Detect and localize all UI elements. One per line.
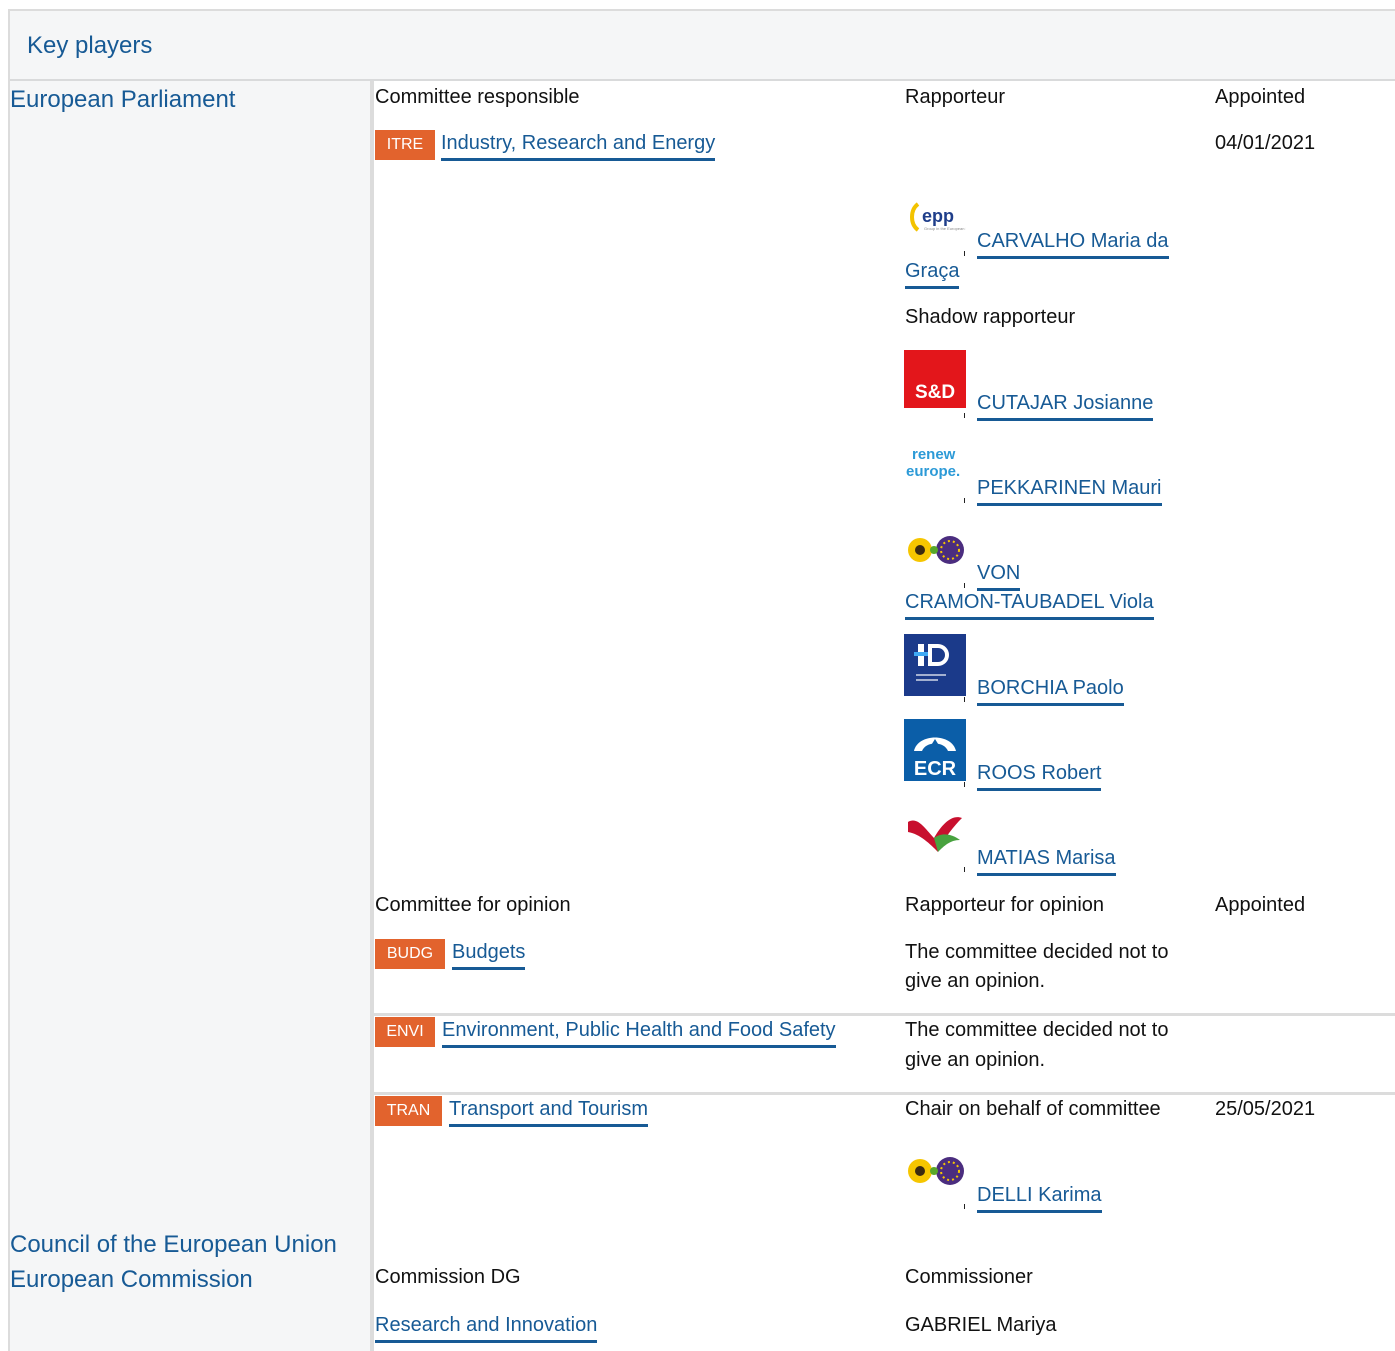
shadow-rapporteur-borchia[interactable]: BORCHIA Paolo [977,673,1124,706]
rapporteur-name-line1[interactable]: CARVALHO Maria da [977,226,1169,259]
epp-logo-icon: epp Group in the European Parliament [904,188,986,252]
shadow-rapporteur-label: Shadow rapporteur [905,306,1076,328]
budg-status-line2: give an opinion. [905,970,1046,992]
ecr-logo-icon: ECR [904,719,966,783]
sd-logo-text: S&D [915,382,955,403]
committee-code-badge-envi[interactable]: ENVI [375,1017,435,1047]
committee-code-badge-tran[interactable]: TRAN [375,1096,442,1126]
column-divider [370,81,374,1351]
committee-link-itre[interactable]: Industry, Research and Energy [441,128,716,161]
shadow-rapporteur-cutajar[interactable]: CUTAJAR Josianne [977,388,1154,421]
shadow-rapporteur-roos[interactable]: ROOS Robert [977,758,1102,791]
section-title: Key players [27,32,153,59]
header-rapporteur-for-opinion: Rapporteur for opinion [905,894,1105,916]
logo-tick [964,782,965,787]
rapporteur-name-line2[interactable]: Graça [905,256,960,289]
header-appointed: Appointed [1215,86,1306,108]
sd-logo-icon: S&D [904,350,966,414]
header-appointed-opinion: Appointed [1215,894,1306,916]
logo-tick [964,413,965,418]
logo-tick [964,1204,965,1209]
renew-logo-text-1: renew [912,446,956,463]
committee-code-badge-itre[interactable]: ITRE [375,130,435,160]
shadow-rapporteur-pekkarinen[interactable]: PEKKARINEN Mauri [977,473,1162,506]
svg-text:Group in the European Parliame: Group in the European Parliament [924,226,966,231]
logo-tick [964,697,965,702]
greens-efa-logo-icon [904,520,966,584]
body-council[interactable]: Council of the European Union [10,1230,337,1260]
header-committee-responsible: Committee responsible [375,86,580,108]
logo-tick [964,867,965,872]
header-commission-dg: Commission DG [375,1266,521,1288]
shadow-rapporteur-von-cramon-line2[interactable]: CRAMON-TAUBADEL Viola [905,587,1154,620]
renew-logo-text-2: europe. [906,463,960,480]
svg-text:epp: epp [922,206,954,226]
header-commissioner: Commissioner [905,1266,1033,1288]
ecr-logo-text: ECR [914,758,957,780]
logo-tick [964,251,965,256]
body-european-parliament[interactable]: European Parliament [10,85,235,115]
renew-europe-logo-icon: renew europe. [904,435,966,499]
institutions-column [10,81,370,1351]
committee-link-tran[interactable]: Transport and Tourism [449,1094,648,1127]
greens-efa-logo-icon [904,1141,966,1205]
header-rapporteur: Rapporteur [905,86,1006,108]
commissioner-name: GABRIEL Mariya [905,1314,1057,1336]
id-logo-icon [904,634,966,698]
shadow-rapporteur-matias[interactable]: MATIAS Marisa [977,843,1116,876]
section-header: Key players [10,11,1395,81]
header-committee-for-opinion: Committee for opinion [375,894,571,916]
commission-dg-link[interactable]: Research and Innovation [375,1310,598,1343]
committee-code-badge-budg[interactable]: BUDG [375,939,445,969]
left-group-logo-icon [904,804,966,868]
logo-tick [964,498,965,503]
committee-link-envi[interactable]: Environment, Public Health and Food Safe… [442,1015,836,1048]
tran-appointed-date: 25/05/2021 [1215,1098,1316,1120]
appointed-date-itre: 04/01/2021 [1215,132,1316,154]
committee-link-budg[interactable]: Budgets [452,937,526,970]
budg-status-line1: The committee decided not to [905,941,1169,963]
body-european-commission[interactable]: European Commission [10,1265,253,1295]
envi-status-line1: The committee decided not to [905,1019,1169,1041]
opinion-person-delli[interactable]: DELLI Karima [977,1180,1102,1213]
tran-role: Chair on behalf of committee [905,1098,1161,1120]
envi-status-line2: give an opinion. [905,1049,1046,1071]
